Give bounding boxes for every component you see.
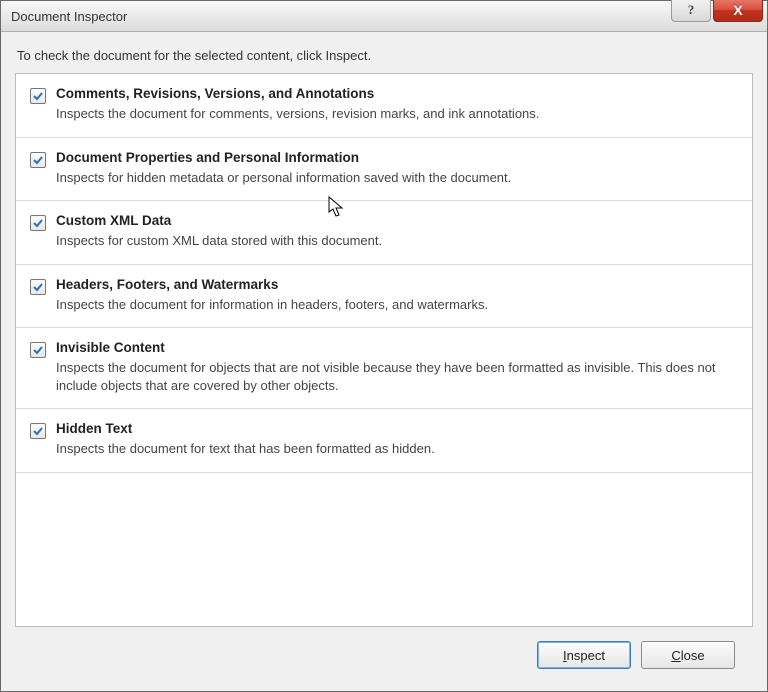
item-invisible-content: Invisible Content Inspects the document … (16, 328, 752, 409)
item-desc: Inspects the document for objects that a… (56, 359, 738, 394)
checkbox-headers-footers[interactable] (30, 279, 46, 295)
inspect-button[interactable]: Inspect (537, 641, 631, 669)
inspection-list: Comments, Revisions, Versions, and Annot… (15, 73, 753, 627)
item-comments-revisions: Comments, Revisions, Versions, and Annot… (16, 74, 752, 138)
close-icon: X (733, 2, 742, 18)
check-icon (33, 91, 43, 101)
item-document-properties: Document Properties and Personal Informa… (16, 138, 752, 202)
check-icon (33, 155, 43, 165)
dialog-footer: Inspect Close (15, 627, 753, 679)
close-window-button[interactable]: X (713, 0, 763, 22)
item-title: Document Properties and Personal Informa… (56, 150, 738, 165)
dialog-title: Document Inspector (11, 9, 127, 24)
item-hidden-text: Hidden Text Inspects the document for te… (16, 409, 752, 473)
close-button[interactable]: Close (641, 641, 735, 669)
item-title: Comments, Revisions, Versions, and Annot… (56, 86, 738, 101)
item-desc: Inspects the document for text that has … (56, 440, 738, 458)
item-headers-footers: Headers, Footers, and Watermarks Inspect… (16, 265, 752, 329)
help-button[interactable]: ? (671, 0, 711, 22)
help-icon: ? (688, 2, 695, 18)
check-icon (33, 282, 43, 292)
checkbox-invisible-content[interactable] (30, 342, 46, 358)
item-custom-xml: Custom XML Data Inspects for custom XML … (16, 201, 752, 265)
item-title: Custom XML Data (56, 213, 738, 228)
item-title: Headers, Footers, and Watermarks (56, 277, 738, 292)
check-icon (33, 426, 43, 436)
checkbox-custom-xml[interactable] (30, 215, 46, 231)
titlebar[interactable]: Document Inspector ? X (1, 1, 767, 32)
checkbox-document-properties[interactable] (30, 152, 46, 168)
item-title: Hidden Text (56, 421, 738, 436)
dialog-body: To check the document for the selected c… (1, 32, 767, 691)
document-inspector-dialog: Document Inspector ? X To check the docu… (0, 0, 768, 692)
close-button-label: Close (671, 648, 704, 663)
instruction-text: To check the document for the selected c… (17, 48, 751, 63)
checkbox-comments-revisions[interactable] (30, 88, 46, 104)
item-desc: Inspects the document for comments, vers… (56, 105, 738, 123)
item-desc: Inspects for hidden metadata or personal… (56, 169, 738, 187)
item-title: Invisible Content (56, 340, 738, 355)
check-icon (33, 345, 43, 355)
checkbox-hidden-text[interactable] (30, 423, 46, 439)
inspect-button-label: Inspect (563, 648, 605, 663)
item-desc: Inspects for custom XML data stored with… (56, 232, 738, 250)
titlebar-controls: ? X (671, 0, 763, 22)
item-desc: Inspects the document for information in… (56, 296, 738, 314)
check-icon (33, 218, 43, 228)
